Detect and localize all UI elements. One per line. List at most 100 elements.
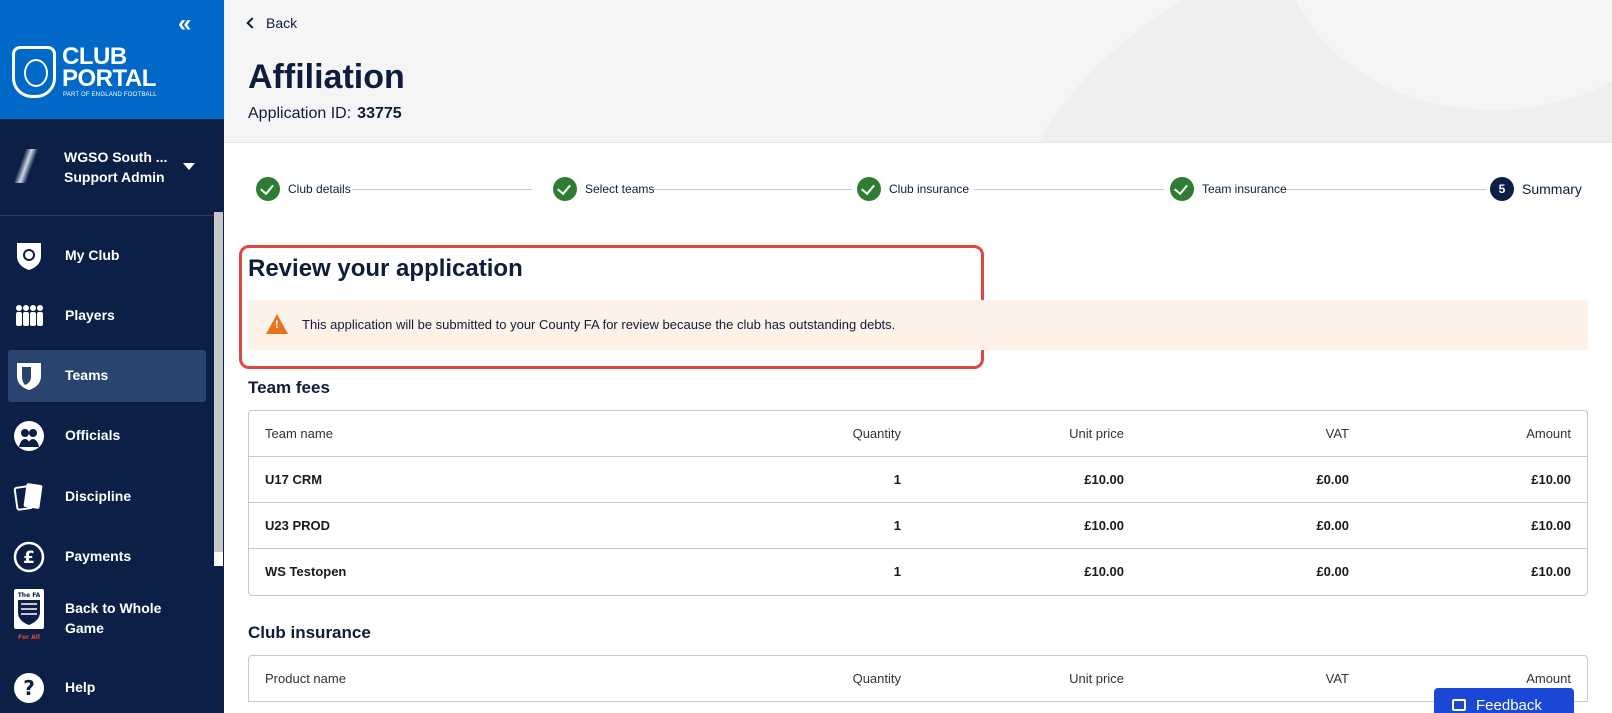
step-label: Team insurance bbox=[1202, 182, 1287, 196]
application-id: Application ID: 33775 bbox=[248, 105, 402, 123]
amount-cell: £10.00 bbox=[1531, 518, 1571, 533]
warning-icon: ! bbox=[266, 314, 288, 334]
step-label: Club insurance bbox=[889, 182, 970, 196]
sidebar-item-payments[interactable]: £ Payments bbox=[8, 531, 206, 583]
players-icon bbox=[16, 305, 43, 326]
alert-text: This application will be submitted to yo… bbox=[302, 317, 896, 332]
sidebar-item-label: Discipline bbox=[65, 488, 132, 504]
sidebar-item-label: Teams bbox=[65, 367, 109, 383]
quantity-cell: 1 bbox=[893, 472, 901, 487]
feedback-button[interactable]: Feedback bbox=[1434, 688, 1574, 713]
step-label: Club details bbox=[288, 182, 351, 196]
account-switcher[interactable]: WGSO South ... Support Admin bbox=[0, 119, 224, 216]
table-header-row: Team name Quantity Unit price VAT Amount bbox=[249, 411, 1587, 457]
sidebar-item-discipline[interactable]: Discipline bbox=[8, 471, 206, 523]
brand-title: CLUB PORTAL bbox=[62, 43, 156, 92]
sidebar-item-label: Payments bbox=[65, 548, 132, 564]
column-header: VAT bbox=[1325, 671, 1349, 686]
table-row: U17 CRM 1 £10.00 £0.00 £10.00 bbox=[249, 457, 1587, 503]
step-team-insurance[interactable]: Team insurance bbox=[1170, 177, 1287, 201]
officials-icon bbox=[14, 421, 44, 451]
step-club-details[interactable]: Club details bbox=[256, 177, 351, 201]
step-summary: 5 Summary bbox=[1490, 177, 1582, 201]
step-number: 5 bbox=[1490, 177, 1514, 201]
club-insurance-title: Club insurance bbox=[248, 623, 371, 642]
sidebar-item-label: Back to Whole Game bbox=[65, 600, 162, 636]
column-header: Unit price bbox=[1069, 671, 1124, 686]
svg-text:For All: For All bbox=[18, 634, 40, 641]
sidebar-item-label: My Club bbox=[65, 247, 120, 263]
column-header: Quantity bbox=[852, 671, 901, 686]
amount-cell: £10.00 bbox=[1531, 564, 1571, 579]
club-shield-icon bbox=[17, 243, 41, 270]
check-circle-icon bbox=[256, 177, 280, 201]
column-header: Amount bbox=[1526, 426, 1571, 441]
check-circle-icon bbox=[1170, 177, 1194, 201]
step-club-insurance[interactable]: Club insurance bbox=[857, 177, 969, 201]
column-header: Unit price bbox=[1069, 426, 1124, 441]
sidebar-item-help[interactable]: ? Help bbox=[8, 662, 206, 713]
application-id-value: 33775 bbox=[357, 105, 402, 122]
application-id-label: Application ID: bbox=[248, 105, 352, 122]
team-name-cell: U23 PROD bbox=[265, 518, 331, 533]
page-title: Affiliation bbox=[248, 58, 405, 96]
column-header: VAT bbox=[1325, 426, 1349, 441]
amount-cell: £10.00 bbox=[1531, 472, 1571, 487]
sidebar-scrollbar[interactable] bbox=[214, 212, 223, 552]
column-header: Product name bbox=[265, 671, 346, 686]
step-connector bbox=[974, 189, 1164, 190]
teams-shield-icon bbox=[17, 363, 41, 390]
pound-icon: £ bbox=[13, 541, 45, 573]
cards-icon bbox=[13, 483, 43, 511]
vat-cell: £0.00 bbox=[1316, 564, 1349, 579]
sidebar-scrollbar-track bbox=[214, 552, 223, 566]
unit-price-cell: £10.00 bbox=[1084, 518, 1124, 533]
sidebar-item-label: Help bbox=[65, 679, 96, 695]
table-row: U23 PROD 1 £10.00 £0.00 £10.00 bbox=[249, 503, 1587, 549]
unit-price-cell: £10.00 bbox=[1084, 472, 1124, 487]
sidebar-item-players[interactable]: Players bbox=[8, 290, 206, 342]
sidebar: « CLUB PORTAL PART OF ENGLAND FOOTBALL W… bbox=[0, 0, 224, 713]
quantity-cell: 1 bbox=[893, 518, 901, 533]
step-connector bbox=[652, 189, 852, 190]
sidebar-item-teams[interactable]: Teams bbox=[8, 350, 206, 402]
feedback-label: Feedback bbox=[1476, 697, 1542, 713]
collapse-sidebar-icon[interactable]: « bbox=[178, 10, 192, 38]
chevron-left-icon bbox=[246, 17, 258, 29]
unit-price-cell: £10.00 bbox=[1084, 564, 1124, 579]
svg-text:?: ? bbox=[23, 676, 35, 700]
help-icon: ? bbox=[14, 673, 44, 703]
warning-alert: ! This application will be submitted to … bbox=[248, 300, 1588, 350]
quantity-cell: 1 bbox=[893, 564, 901, 579]
main-content: Back Affiliation Application ID: 33775 Cl… bbox=[224, 0, 1612, 713]
three-lions-crest-icon bbox=[12, 46, 56, 98]
vat-cell: £0.00 bbox=[1316, 518, 1349, 533]
back-label: Back bbox=[266, 15, 298, 31]
sidebar-item-my-club[interactable]: My Club bbox=[8, 230, 206, 282]
step-connector bbox=[1286, 189, 1486, 190]
page-header: Back Affiliation Application ID: 33775 bbox=[224, 0, 1612, 143]
check-circle-icon bbox=[857, 177, 881, 201]
svg-text:£: £ bbox=[23, 548, 35, 568]
back-link[interactable]: Back bbox=[246, 15, 298, 31]
sidebar-item-label: Players bbox=[65, 307, 115, 323]
team-name-cell: WS Testopen bbox=[265, 564, 347, 579]
progress-stepper: Club details Select teams Club insurance… bbox=[224, 168, 1612, 210]
sidebar-item-back-to-whole-game[interactable]: The FA For All Back to Whole Game bbox=[8, 589, 206, 643]
sidebar-item-officials[interactable]: Officials bbox=[8, 410, 206, 462]
feedback-icon bbox=[1452, 699, 1466, 711]
step-label: Select teams bbox=[585, 182, 655, 196]
step-connector bbox=[352, 189, 532, 190]
check-circle-icon bbox=[553, 177, 577, 201]
chevron-down-icon[interactable] bbox=[183, 163, 195, 170]
step-select-teams[interactable]: Select teams bbox=[553, 177, 654, 201]
team-name-cell: U17 CRM bbox=[265, 472, 323, 487]
column-header: Amount bbox=[1526, 671, 1571, 686]
column-header: Team name bbox=[265, 426, 333, 441]
brand-header: « CLUB PORTAL PART OF ENGLAND FOOTBALL bbox=[0, 0, 224, 119]
step-label: Summary bbox=[1522, 181, 1582, 197]
team-fees-title: Team fees bbox=[248, 378, 330, 397]
vat-cell: £0.00 bbox=[1316, 472, 1349, 487]
account-name: WGSO South ... bbox=[64, 149, 168, 165]
table-row: WS Testopen 1 £10.00 £0.00 £10.00 bbox=[249, 549, 1587, 595]
